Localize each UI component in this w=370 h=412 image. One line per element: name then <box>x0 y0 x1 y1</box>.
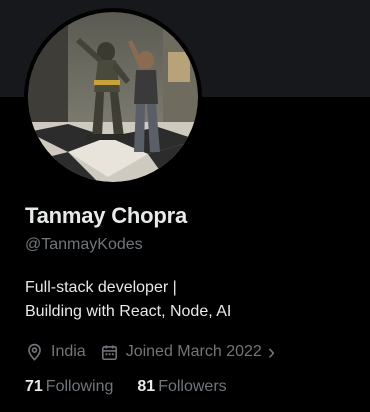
avatar-photo <box>28 12 198 182</box>
following-label: Following <box>45 378 114 395</box>
following-count: 71 <box>25 378 43 395</box>
chevron-right-icon[interactable]: › <box>268 341 275 363</box>
location-text: India <box>51 343 86 360</box>
location-pin-icon <box>28 343 41 361</box>
bio-line-2: Building with React, Node, AI <box>25 303 232 320</box>
joined-item[interactable]: Joined March 2022 › <box>100 341 275 363</box>
following-link[interactable]: 71 Following <box>25 378 113 396</box>
location-item: India <box>25 343 86 362</box>
profile-meta: India Joined March 2022 › <box>25 340 289 364</box>
profile-avatar[interactable] <box>24 8 202 186</box>
joined-text: Joined March 2022 <box>125 343 262 360</box>
followers-label: Followers <box>158 378 227 395</box>
bio-line-1: Full-stack developer | <box>25 279 177 296</box>
calendar-icon <box>101 344 117 360</box>
profile-name: Tanmay Chopra <box>25 203 188 228</box>
followers-link[interactable]: 81 Followers <box>137 378 226 396</box>
profile-stats: 71 Following 81 Followers <box>25 378 251 396</box>
profile-handle: @TanmayKodes <box>25 236 143 253</box>
profile-bio: Full-stack developer | Building with Rea… <box>25 276 355 324</box>
followers-count: 81 <box>137 378 156 395</box>
